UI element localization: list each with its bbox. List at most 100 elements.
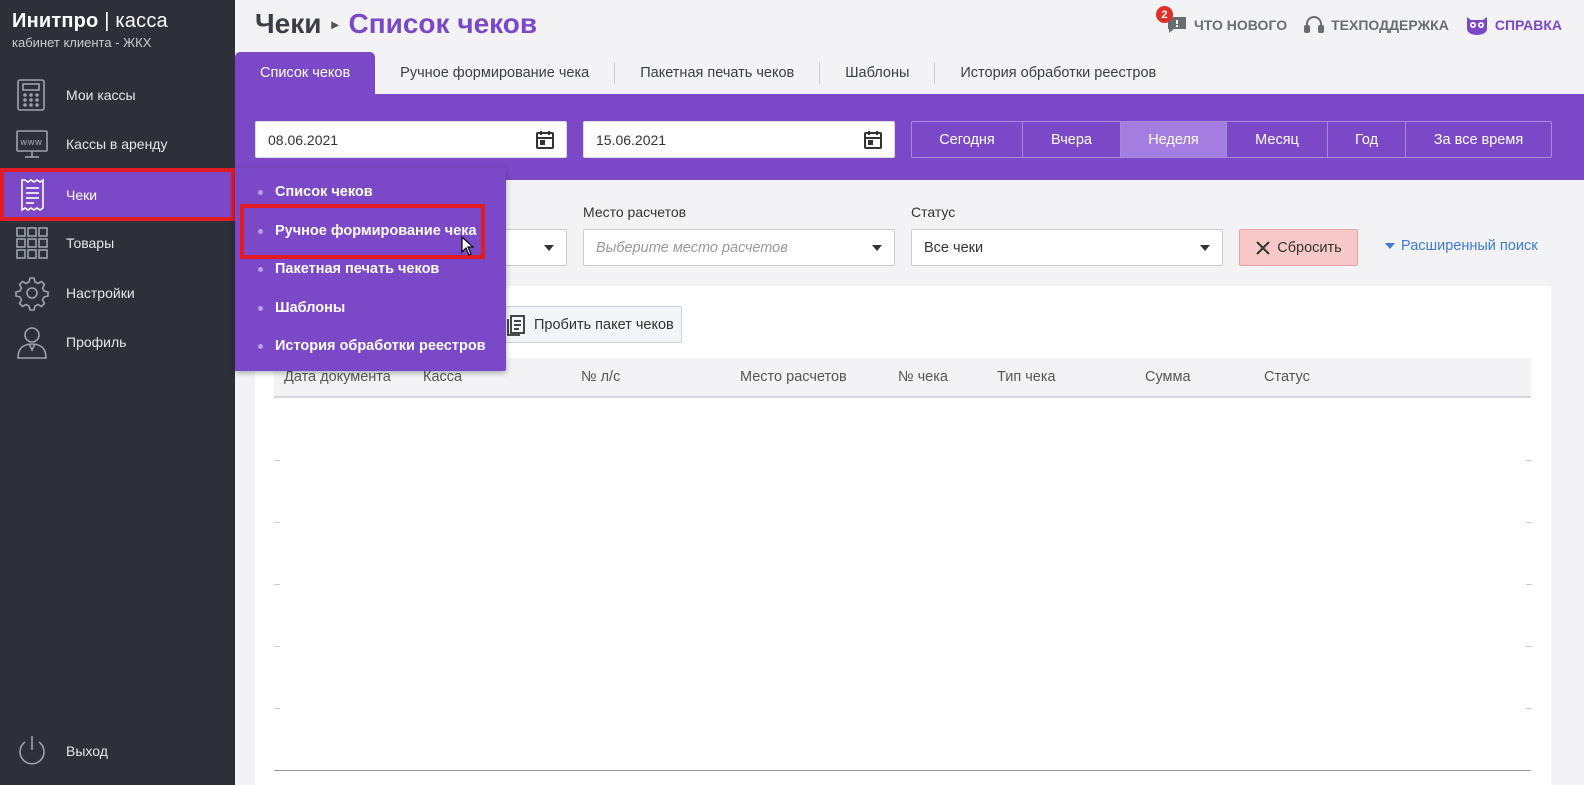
brand-title: Инитпро [12,10,99,32]
date-to-value: 15.06.2021 [596,131,667,148]
column-header[interactable]: Место расчетов [740,369,847,385]
sidebar-item-label: Настройки [66,285,135,301]
grid-tick [1526,584,1532,585]
period-month[interactable]: Месяц [1227,122,1328,157]
calendar-icon[interactable] [534,129,556,151]
submenu-item-label: Пакетная печать чеков [275,261,440,277]
receipts-stack-icon [507,314,525,336]
breadcrumb-parent[interactable]: Чеки [255,8,321,40]
column-header[interactable]: № чека [898,369,948,385]
sidebar-item-profile[interactable]: Профиль [0,317,235,367]
highlight-box [240,204,485,259]
submenu-item-templates[interactable]: Шаблоны [258,300,345,316]
gear-icon [12,273,52,313]
brand-separator: | [104,10,110,32]
sidebar-item-label: Товары [66,235,115,251]
sidebar-item-label: Мои кассы [66,87,136,103]
support-label: ТЕХПОДДЕРЖКА [1331,17,1449,33]
grid-tick [274,646,280,647]
submenu-item-receipt-list[interactable]: Список чеков [258,184,373,200]
grid-tick [1526,708,1532,709]
column-header[interactable]: Дата документа [284,369,391,385]
receipt-icon [12,175,52,215]
column-header[interactable]: № л/с [581,369,620,385]
date-to-input[interactable]: 15.06.2021 [583,121,895,158]
page-header: Чеки ▸ Список чеков 2 ЧТО НОВОГО ТЕХПОДД… [235,0,1584,52]
place-placeholder: Выберите место расчетов [596,239,788,256]
bullet-icon [258,305,263,311]
column-header[interactable]: Касса [423,369,462,385]
period-year[interactable]: Год [1328,122,1406,157]
breadcrumb-arrow-icon: ▸ [331,15,339,32]
submenu-item-registry-history[interactable]: История обработки реестров [258,338,486,354]
bullet-icon [258,343,263,349]
calendar-icon[interactable] [862,129,884,151]
place-select[interactable]: Выберите место расчетов [583,229,895,266]
brand: Инитпро | касса кабинет клиента - ЖКХ [12,10,168,50]
logout-button[interactable]: Выход [0,728,235,774]
help-label: СПРАВКА [1494,17,1562,33]
brand-name: Инитпро | касса [12,10,168,33]
svg-text:www: www [20,138,42,148]
column-header[interactable]: Статус [1264,369,1310,385]
brand-product: касса [115,10,168,32]
tab-batch-print[interactable]: Пакетная печать чеков [615,52,819,94]
power-icon [12,731,52,771]
batch-receipts-button[interactable]: Пробить пакет чеков [495,306,682,343]
status-select[interactable]: Все чеки [911,229,1223,266]
column-header[interactable]: Сумма [1145,369,1191,385]
www-monitor-icon: www [12,124,52,164]
sidebar-item-label: Профиль [66,334,127,350]
batch-button-label: Пробить пакет чеков [534,316,674,333]
owl-icon [1466,17,1487,35]
user-icon [12,322,52,362]
grid-tick [274,708,280,709]
period-week[interactable]: Неделя [1121,122,1227,157]
submenu-item-batch-print[interactable]: Пакетная печать чеков [258,261,439,277]
submenu-item-label: История обработки реестров [275,338,486,354]
grid-tick [1526,646,1532,647]
bullet-icon [258,266,263,272]
brand-subtitle: кабинет клиента - ЖКХ [12,35,152,50]
period-today[interactable]: Сегодня [912,122,1023,157]
page-title: Список чеков [348,8,538,39]
tab-manual-receipt[interactable]: Ручное формирование чека [375,52,614,94]
period-selector: Сегодня Вчера Неделя Месяц Год За все вр… [911,121,1552,158]
period-yesterday[interactable]: Вчера [1023,122,1121,157]
support-button[interactable]: ТЕХПОДДЕРЖКА [1303,14,1449,36]
date-from-input[interactable]: 08.06.2021 [255,121,567,158]
sidebar-item-my-kassy[interactable]: Мои кассы [0,70,235,120]
grid-tick [274,584,280,585]
reset-button[interactable]: Сбросить [1239,229,1358,266]
help-button[interactable]: СПРАВКА [1465,15,1562,35]
tab-bar: Список чеков Ручное формирование чека Па… [235,52,1584,94]
column-header[interactable]: Тип чека [997,369,1056,385]
breadcrumb: Чеки ▸ Список чеков [255,8,537,40]
chevron-down-icon [872,245,882,251]
header-actions: 2 ЧТО НОВОГО ТЕХПОДДЕРЖКА СПРАВКА [1155,6,1562,36]
sidebar-item-rent[interactable]: www Кассы в аренду [0,119,235,169]
chevron-down-icon [544,245,554,251]
place-label: Место расчетов [583,204,687,220]
grid-tick [1526,522,1532,523]
whats-new-button[interactable]: 2 ЧТО НОВОГО [1155,6,1287,35]
sidebar: Инитпро | касса кабинет клиента - ЖКХ Мо… [0,0,235,785]
tab-templates[interactable]: Шаблоны [820,52,934,94]
receipts-submenu: Список чеков Ручное формирование чека Па… [235,168,506,371]
table-bottom-border [274,770,1531,771]
advanced-search-link[interactable]: Расширенный поиск [1385,238,1538,254]
sidebar-item-receipts[interactable]: Чеки [0,168,235,221]
cash-register-icon [12,75,52,115]
sidebar-item-products[interactable]: Товары [0,218,235,268]
logout-label: Выход [66,743,108,759]
tab-registry-history[interactable]: История обработки реестров [935,52,1181,94]
period-all-time[interactable]: За все время [1406,122,1551,157]
grid-tick [274,522,280,523]
sidebar-item-settings[interactable]: Настройки [0,268,235,318]
chevron-down-icon [1200,245,1210,251]
grid-tick [1526,460,1532,461]
grid-icon [12,223,52,263]
tab-receipt-list[interactable]: Список чеков [235,52,376,94]
status-value: Все чеки [924,239,984,256]
advanced-search-label: Расширенный поиск [1401,238,1538,254]
